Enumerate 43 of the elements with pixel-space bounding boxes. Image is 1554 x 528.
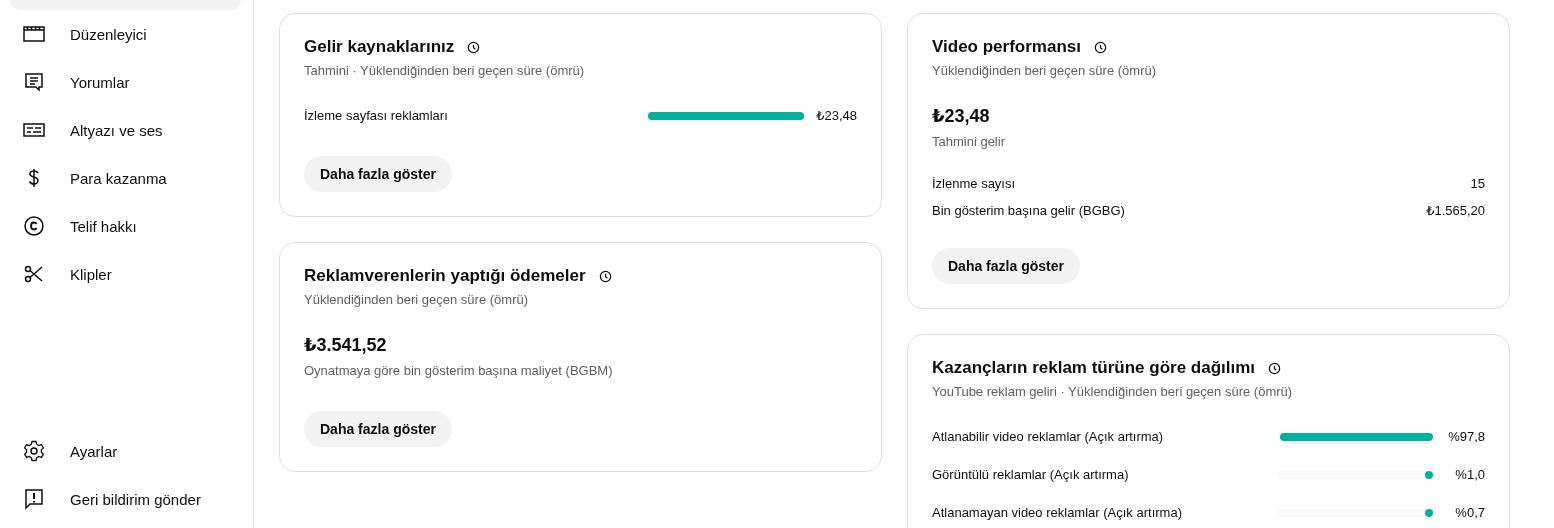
card-title: Video performansı: [932, 37, 1081, 57]
row-label: Görüntülü reklamlar (Açık artırma): [932, 467, 1130, 482]
copyright-icon: [22, 214, 46, 238]
sidebar-item[interactable]: Düzenleyici: [10, 10, 241, 58]
stat-label: Bin gösterim başına gelir (BGBG): [932, 203, 1126, 218]
show-more-button[interactable]: Daha fazla göster: [304, 156, 452, 192]
sidebar-item[interactable]: Geri bildirim gönder: [10, 475, 241, 523]
metric-value: ₺23,48: [932, 105, 990, 127]
sidebar-item[interactable]: Para kazanma: [10, 154, 241, 202]
show-more-button[interactable]: Daha fazla göster: [932, 248, 1080, 284]
row-value: %97,8: [1447, 429, 1485, 444]
row-label: Atlanabilir video reklamlar (Açık artırma): [932, 429, 1165, 444]
stat-value: ₺1.565,20: [1426, 203, 1485, 218]
metric-value: ₺3.541,52: [304, 334, 387, 356]
card-title: Reklamverenlerin yaptığı ödemeler: [304, 266, 586, 286]
feedback-icon: [22, 487, 46, 511]
metric-label: Tahmini gelir: [932, 134, 1005, 149]
sidebar-item[interactable]: Altyazı ve ses: [10, 106, 241, 154]
row-value: ₺23,48: [816, 108, 857, 123]
clock-icon[interactable]: [597, 268, 613, 284]
stat-label: İzlenme sayısı: [932, 176, 1017, 191]
card-subtitle: YouTube reklam geliri · Yüklendiğinden beri geçen süre (ömrü): [932, 384, 1293, 399]
row-label: İzleme sayfası reklamları: [304, 108, 449, 123]
card-title: Gelir kaynaklarınız: [304, 37, 455, 57]
clock-icon[interactable]: [1267, 360, 1283, 376]
clock-icon[interactable]: [466, 39, 482, 55]
sidebar-item[interactable]: Klipler: [10, 250, 241, 298]
stat-value: 15: [1469, 176, 1485, 191]
sidebar-item[interactable]: Yorumlar: [10, 58, 241, 106]
clock-icon[interactable]: [1092, 39, 1108, 55]
metric-label: Oynatmaya göre bin gösterim başına maliyet (BGBM): [304, 363, 613, 378]
settings-icon: [22, 439, 46, 463]
card-subtitle: Yüklendiğinden beri geçen süre (ömrü): [304, 292, 528, 307]
show-more-button[interactable]: Daha fazla göster: [304, 411, 452, 447]
row-value: %0,7: [1454, 505, 1485, 520]
card-subtitle: Tahmini · Yüklendiğinden beri geçen süre (ömrü): [304, 63, 585, 78]
row-label: Atlanamayan video reklamlar (Açık artırma): [932, 505, 1183, 520]
row-value: %1,0: [1454, 467, 1485, 482]
card-title: Kazançların reklam türüne göre dağılımı: [932, 358, 1256, 378]
sidebar-item[interactable]: Telif hakkı: [10, 202, 241, 250]
sidebar-item[interactable]: Ayarlar: [10, 427, 241, 475]
card-subtitle: Yüklendiğinden beri geçen süre (ömrü): [932, 63, 1156, 78]
comment-icon: [22, 70, 46, 94]
